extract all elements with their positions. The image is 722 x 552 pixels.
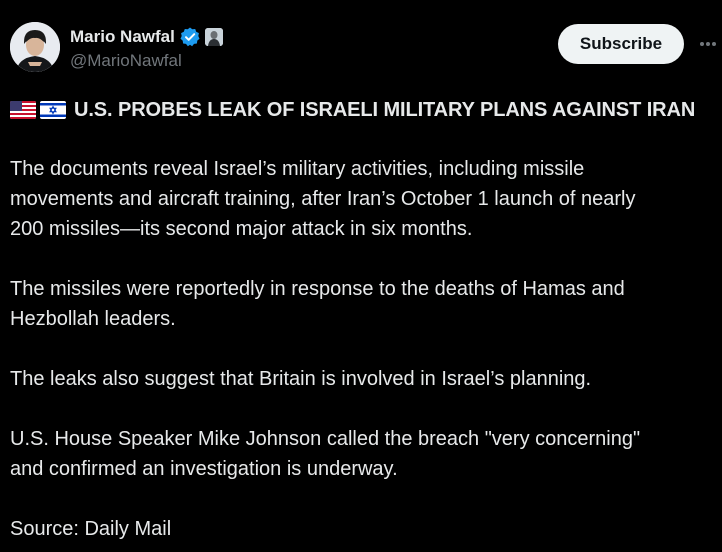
- israel-flag-icon: [40, 101, 66, 119]
- subscribe-button[interactable]: Subscribe: [558, 24, 684, 64]
- avatar[interactable]: [10, 22, 60, 72]
- author-handle[interactable]: @MarioNawfal: [70, 51, 182, 71]
- author-name-row: Mario Nawfal: [70, 26, 223, 48]
- verified-badge-icon[interactable]: [179, 26, 201, 48]
- post-paragraph: The documents reveal Israel’s military a…: [10, 158, 636, 240]
- headline-row: U.S. PROBES LEAK OF ISRAELI MILITARY PLA…: [10, 96, 722, 124]
- post-paragraph: The missiles were reportedly in response…: [10, 278, 625, 330]
- affiliate-badge-icon[interactable]: [204, 28, 223, 46]
- person-avatar-icon: [10, 22, 60, 72]
- post-paragraph: U.S. House Speaker Mike Johnson called t…: [10, 428, 641, 480]
- more-options-icon[interactable]: [694, 30, 722, 58]
- post-body: U.S. PROBES LEAK OF ISRAELI MILITARY PLA…: [10, 96, 722, 544]
- post-source: Source: Daily Mail: [10, 518, 172, 540]
- author-name[interactable]: Mario Nawfal: [70, 27, 175, 47]
- post-paragraph: The leaks also suggest that Britain is i…: [10, 368, 592, 390]
- post-header: Mario Nawfal @MarioNawfal Subscribe: [0, 0, 722, 80]
- us-flag-icon: [10, 101, 36, 119]
- post-headline: U.S. PROBES LEAK OF ISRAELI MILITARY PLA…: [74, 98, 696, 121]
